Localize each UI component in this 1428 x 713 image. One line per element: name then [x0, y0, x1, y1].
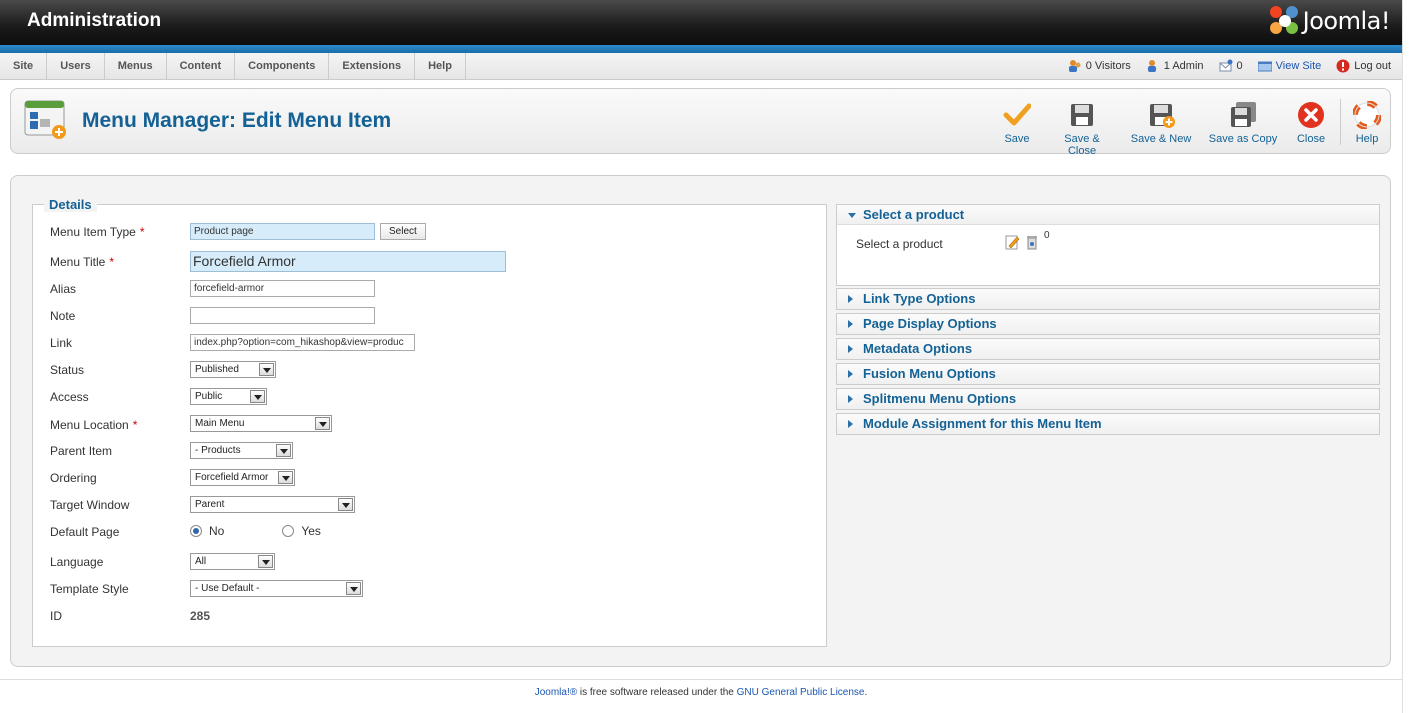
joomla-logo-icon	[1269, 6, 1300, 36]
view-site-label[interactable]: View Site	[1276, 60, 1322, 72]
menu-site[interactable]: Site	[0, 53, 48, 79]
admin-header: Administration Joomla!	[0, 0, 1402, 45]
menu-content[interactable]: Content	[167, 53, 236, 79]
joomla-logo-text: Joomla!	[1302, 7, 1391, 35]
admin-status: 1 Admin	[1146, 59, 1204, 73]
messages-status[interactable]: 0	[1219, 59, 1243, 73]
menu-help[interactable]: Help	[415, 53, 466, 79]
header-stripe	[0, 45, 1402, 53]
joomla-link[interactable]: Joomla!®	[535, 687, 577, 698]
joomla-logo: Joomla!	[1269, 6, 1391, 36]
visitors-status: 0 Visitors	[1068, 59, 1131, 73]
view-site-icon	[1257, 59, 1273, 73]
license-link[interactable]: GNU General Public License	[737, 687, 865, 698]
visitors-count: 0 Visitors	[1085, 60, 1131, 72]
messages-count: 0	[1236, 60, 1243, 72]
messages-icon	[1219, 59, 1233, 73]
logout-label[interactable]: Log out	[1354, 60, 1391, 72]
logout-link[interactable]: Log out	[1336, 59, 1391, 73]
admins-icon	[1146, 59, 1160, 73]
view-site-link[interactable]: View Site	[1257, 59, 1322, 73]
body-frame	[0, 80, 1402, 680]
admin-title: Administration	[27, 10, 162, 31]
menu-extensions[interactable]: Extensions	[329, 53, 416, 79]
window-right-edge	[1402, 0, 1428, 713]
visitors-icon	[1068, 59, 1082, 73]
logout-icon	[1336, 59, 1350, 73]
admin-menubar: Site Users Menus Content Components Exte…	[0, 53, 1402, 80]
admin-count: 1 Admin	[1163, 60, 1204, 72]
footer: Joomla!® is free software released under…	[0, 687, 1402, 698]
menu-users[interactable]: Users	[47, 53, 105, 79]
footer-end: .	[864, 687, 868, 698]
menu-components[interactable]: Components	[235, 53, 330, 79]
menu-menus[interactable]: Menus	[105, 53, 167, 79]
footer-text: is free software released under the	[577, 687, 737, 698]
status-bar: 0 Visitors 1 Admin 0 View Site Log out	[1053, 53, 1391, 79]
